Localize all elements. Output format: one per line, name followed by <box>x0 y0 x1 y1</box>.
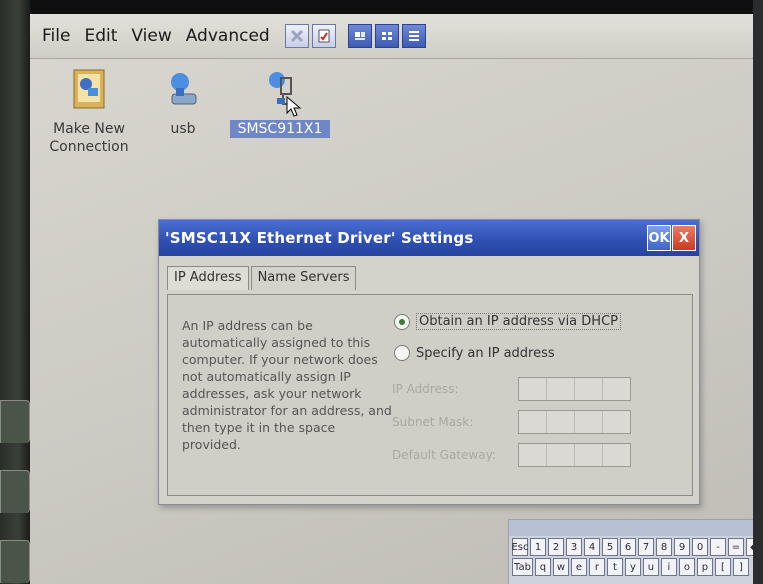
key-y[interactable]: y <box>624 558 641 576</box>
key-tab[interactable]: Tab <box>512 558 533 576</box>
icon-label: Make New Connection <box>49 121 129 155</box>
default-gateway-field[interactable] <box>518 443 631 467</box>
ip-address-label: IP Address: <box>392 382 459 396</box>
large-icons-view-icon[interactable] <box>347 24 372 48</box>
key-esc[interactable]: Esc <box>511 538 529 556</box>
ip-description-text: An IP address can be automatically assig… <box>182 318 392 452</box>
subnet-mask-field[interactable] <box>518 410 631 434</box>
small-icons-view-icon[interactable] <box>374 24 399 48</box>
key-q[interactable]: q <box>534 558 551 576</box>
key-7[interactable]: 7 <box>638 538 654 556</box>
menu-advanced[interactable]: Advanced <box>179 21 277 51</box>
key-6[interactable]: 6 <box>620 538 636 556</box>
key-2[interactable]: 2 <box>548 538 564 556</box>
icon-label: usb <box>170 121 196 137</box>
key-8[interactable]: 8 <box>656 538 672 556</box>
menu-bar: File Edit View Advanced <box>30 14 753 59</box>
dhcp-option[interactable]: Obtain an IP address via DHCP <box>394 313 621 330</box>
key-e[interactable]: e <box>570 558 587 576</box>
ethernet-settings-dialog: 'SMSC11X Ethernet Driver' Settings OK X … <box>158 219 700 505</box>
key-t[interactable]: t <box>606 558 623 576</box>
monitor-bezel-top <box>0 0 763 14</box>
dialog-title: 'SMSC11X Ethernet Driver' Settings <box>165 229 474 247</box>
key-equals[interactable]: = <box>728 538 744 556</box>
key-u[interactable]: u <box>642 558 659 576</box>
keyboard-row-1: Esc 1 2 3 4 5 6 7 8 9 0 - = ◆ <box>511 538 753 556</box>
dhcp-radio[interactable] <box>394 313 410 330</box>
dialog-tabs: IP Address Name Servers <box>167 266 358 290</box>
key-r[interactable]: r <box>588 558 605 576</box>
static-ip-radio[interactable] <box>394 345 410 361</box>
key-1[interactable]: 1 <box>530 538 546 556</box>
key-5[interactable]: 5 <box>602 538 618 556</box>
key-i[interactable]: i <box>660 558 677 576</box>
make-new-connection-tile[interactable]: Make New Connection <box>44 68 134 156</box>
monitor-bezel-left <box>0 0 30 584</box>
ip-address-field[interactable] <box>518 377 631 401</box>
subnet-mask-label: Subnet Mask: <box>392 415 474 429</box>
key-9[interactable]: 9 <box>674 538 690 556</box>
usb-tile[interactable]: usb <box>148 68 218 138</box>
device-screen: File Edit View Advanced Make New Connect… <box>30 14 753 584</box>
menu-edit[interactable]: Edit <box>77 21 124 51</box>
menu-view[interactable]: View <box>124 21 178 51</box>
details-view-icon[interactable] <box>401 24 426 48</box>
monitor-bezel-right <box>753 0 763 584</box>
key-w[interactable]: w <box>552 558 569 576</box>
make-new-connection-icon <box>66 68 112 114</box>
keyboard-titlebar <box>509 520 753 536</box>
toolbar <box>284 24 426 48</box>
key-3[interactable]: 3 <box>566 538 582 556</box>
subnet-mask-row: Subnet Mask: <box>392 410 631 434</box>
default-gateway-row: Default Gateway: <box>392 443 631 467</box>
dhcp-label: Obtain an IP address via DHCP <box>416 313 621 330</box>
key-0[interactable]: 0 <box>692 538 708 556</box>
tab-ip-address[interactable]: IP Address <box>167 266 249 290</box>
ip-address-panel: An IP address can be automatically assig… <box>167 294 693 496</box>
ip-address-row: IP Address: <box>392 377 631 401</box>
properties-icon[interactable] <box>311 24 336 48</box>
usb-connection-icon <box>160 68 206 114</box>
menu-file[interactable]: File <box>30 21 77 51</box>
key-4[interactable]: 4 <box>584 538 600 556</box>
key-o[interactable]: o <box>678 558 695 576</box>
soft-keyboard: Esc 1 2 3 4 5 6 7 8 9 0 - = ◆ Tab q w e … <box>508 519 753 584</box>
key-p[interactable]: p <box>696 558 713 576</box>
icon-label: SMSC911X1 <box>230 120 330 138</box>
keyboard-row-2: Tab q w e r t y u i o p [ ] <box>512 558 753 576</box>
default-gateway-label: Default Gateway: <box>392 448 496 462</box>
delete-icon[interactable] <box>284 24 309 48</box>
mouse-cursor-icon <box>286 96 302 117</box>
static-ip-option[interactable]: Specify an IP address <box>394 345 555 361</box>
static-ip-label: Specify an IP address <box>416 345 555 361</box>
ok-button[interactable]: OK <box>647 225 671 251</box>
key-right-bracket[interactable]: ] <box>732 558 749 576</box>
tab-name-servers[interactable]: Name Servers <box>250 266 357 290</box>
smsc911x1-tile[interactable]: SMSC911X1 <box>230 68 330 138</box>
close-button[interactable]: X <box>672 225 696 251</box>
dialog-titlebar: 'SMSC11X Ethernet Driver' Settings OK X <box>159 220 699 256</box>
key-backspace[interactable]: ◆ <box>746 538 753 556</box>
key-minus[interactable]: - <box>710 538 726 556</box>
key-left-bracket[interactable]: [ <box>714 558 731 576</box>
